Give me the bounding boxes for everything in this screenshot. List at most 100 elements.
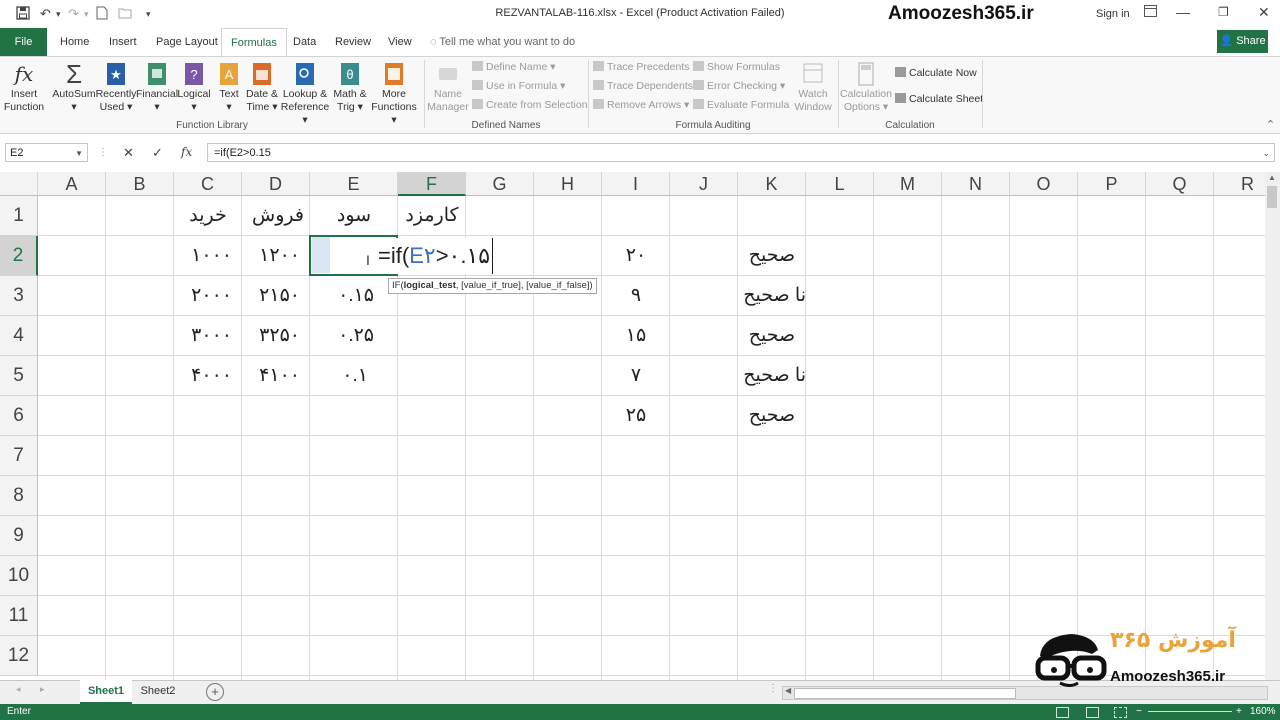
page-layout-view-icon[interactable] [1086, 707, 1099, 718]
cell-E3[interactable]: ۰.۱۵ [310, 276, 398, 316]
vertical-scrollbar[interactable] [1265, 172, 1280, 680]
tab-insert[interactable]: Insert [109, 28, 137, 56]
calculation-options-button[interactable]: Calculation Options ▾ [840, 60, 892, 114]
zoom-slider[interactable] [1148, 711, 1232, 712]
tab-data[interactable]: Data [293, 28, 316, 56]
cell-D1[interactable]: فروش [242, 196, 310, 236]
column-header-b[interactable]: B [106, 172, 174, 196]
cell-I6[interactable]: ۲۵ [602, 396, 670, 436]
tab-file[interactable]: File [0, 28, 47, 56]
calculate-now-button[interactable]: Calculate Now [895, 67, 977, 79]
cancel-entry-icon[interactable]: ✕ [123, 145, 134, 161]
row-header-4[interactable]: 4 [0, 316, 38, 356]
page-break-view-icon[interactable] [1114, 707, 1127, 718]
cell-editor[interactable]: =if(E۲>۰.۱۵ [378, 238, 494, 274]
column-header-e[interactable]: E [310, 172, 398, 196]
cell-K4[interactable]: صحیح [738, 316, 806, 356]
column-header-j[interactable]: J [670, 172, 738, 196]
zoom-in-icon[interactable]: + [1236, 704, 1242, 720]
column-header-i[interactable]: I [602, 172, 670, 196]
sign-in-link[interactable]: Sign in [1096, 8, 1130, 20]
error-checking-button[interactable]: Error Checking ▾ [693, 80, 785, 92]
function-tooltip[interactable]: IF(logical_test, [value_if_true], [value… [388, 278, 597, 294]
insert-function-fx-icon[interactable]: fx [181, 145, 192, 159]
row-header-7[interactable]: 7 [0, 436, 38, 476]
row-header-6[interactable]: 6 [0, 396, 38, 436]
row-header-9[interactable]: 9 [0, 516, 38, 556]
cell-D2[interactable]: ۱۲۰۰ [242, 236, 310, 276]
share-button[interactable]: 👤 Share [1217, 30, 1268, 53]
expand-formula-bar-icon[interactable]: ⌄ [1262, 144, 1270, 163]
row-header-2[interactable]: 2 [0, 236, 38, 276]
use-in-formula-button[interactable]: Use in Formula ▾ [472, 80, 565, 92]
column-header-k[interactable]: K [738, 172, 806, 196]
scroll-up-icon[interactable]: ▲ [1268, 173, 1276, 182]
cell-E1[interactable]: سود فروش [310, 196, 398, 266]
zoom-level[interactable]: 160% [1250, 704, 1276, 720]
cell-E5[interactable]: ۰.۱ [310, 356, 398, 396]
column-header-c[interactable]: C [174, 172, 242, 196]
column-header-p[interactable]: P [1078, 172, 1146, 196]
next-sheet-icon[interactable]: ▸ [40, 684, 45, 695]
autosum-button[interactable]: Σ AutoSum ▾ [50, 60, 98, 114]
column-header-h[interactable]: H [534, 172, 602, 196]
watch-window-button[interactable]: Watch Window [790, 60, 836, 114]
name-manager-button[interactable]: Name Manager [426, 60, 470, 114]
cell-I5[interactable]: ۷ [602, 356, 670, 396]
column-header-r[interactable]: R [1214, 172, 1265, 196]
zoom-out-icon[interactable]: − [1136, 704, 1142, 720]
cell-F1[interactable]: کارمزد [398, 196, 466, 236]
row-header-3[interactable]: 3 [0, 276, 38, 316]
more-functions-button[interactable]: More Functions ▾ [368, 60, 420, 127]
cell-C1[interactable]: خرید [174, 196, 242, 236]
cell-K3[interactable]: نا صحیح [738, 276, 806, 316]
restore-icon[interactable]: ❐ [1218, 5, 1229, 19]
minimize-icon[interactable]: — [1176, 4, 1190, 20]
cell-K5[interactable]: نا صحیح [738, 356, 806, 396]
horizontal-scroll-thumb[interactable] [794, 688, 1016, 699]
tab-review[interactable]: Review [335, 28, 371, 56]
text-button[interactable]: A Text ▾ [212, 60, 246, 114]
remove-arrows-button[interactable]: Remove Arrows ▾ [593, 99, 689, 111]
close-icon[interactable]: ✕ [1258, 4, 1270, 21]
define-name-button[interactable]: Define Name ▾ [472, 61, 555, 73]
row-header-1[interactable]: 1 [0, 196, 38, 236]
collapse-ribbon-icon[interactable]: ⌃ [1266, 118, 1275, 131]
cell-D3[interactable]: ۲۱۵۰ [242, 276, 310, 316]
tab-home[interactable]: Home [60, 28, 89, 56]
trace-precedents-button[interactable]: Trace Precedents [593, 61, 689, 73]
vertical-scroll-thumb[interactable] [1267, 186, 1277, 208]
column-header-n[interactable]: N [942, 172, 1010, 196]
column-header-o[interactable]: O [1010, 172, 1078, 196]
cell-D5[interactable]: ۴۱۰۰ [242, 356, 310, 396]
sheet-tab-sheet1[interactable]: Sheet1 [80, 680, 132, 704]
insert-function-button[interactable]: fx Insert Function [3, 60, 45, 114]
date-time-button[interactable]: Date & Time ▾ [242, 60, 282, 114]
cell-I3[interactable]: ۹ [602, 276, 670, 316]
row-header-11[interactable]: 11 [0, 596, 38, 636]
calculate-sheet-button[interactable]: Calculate Sheet [895, 93, 983, 105]
row-header-10[interactable]: 10 [0, 556, 38, 596]
cell-C5[interactable]: ۴۰۰۰ [174, 356, 242, 396]
ribbon-display-options-icon[interactable] [1144, 4, 1157, 20]
cell-K2[interactable]: صحیح [738, 236, 806, 276]
row-header-12[interactable]: 12 [0, 636, 38, 676]
formula-input[interactable]: =if(E2>0.15 ⌄ [207, 143, 1275, 162]
column-header-a[interactable]: A [38, 172, 106, 196]
tell-me-search[interactable]: ◌ Tell me what you want to do [430, 28, 575, 56]
tab-view[interactable]: View [388, 28, 412, 56]
cell-K6[interactable]: صحیح [738, 396, 806, 436]
row-header-5[interactable]: 5 [0, 356, 38, 396]
tab-page-layout[interactable]: Page Layout [156, 28, 218, 56]
select-all-corner[interactable] [0, 172, 38, 196]
confirm-entry-icon[interactable]: ✓ [152, 145, 163, 161]
column-header-g[interactable]: G [466, 172, 534, 196]
logical-button[interactable]: ? Logical ▾ [174, 60, 214, 114]
cell-C3[interactable]: ۲۰۰۰ [174, 276, 242, 316]
column-header-f[interactable]: F [398, 172, 466, 196]
cell-I4[interactable]: ۱۵ [602, 316, 670, 356]
evaluate-formula-button[interactable]: Evaluate Formula [693, 99, 789, 111]
worksheet-grid[interactable]: ABCDEFGHIJKLMNOPQR 1 2 3 4 5 6 7 8 9 10 11 12 خرید … [0, 172, 1265, 680]
cell-C4[interactable]: ۳۰۰۰ [174, 316, 242, 356]
sheet-tab-sheet2[interactable]: Sheet2 [134, 680, 182, 702]
